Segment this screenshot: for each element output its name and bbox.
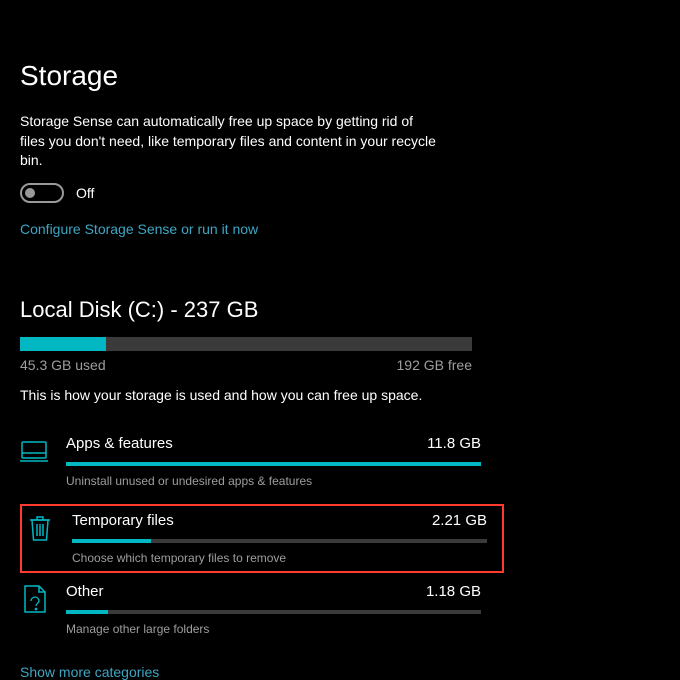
apps-icon: [20, 437, 48, 465]
category-desc: Uninstall unused or undesired apps & fea…: [66, 474, 481, 488]
categories-list: Apps & features 11.8 GB Uninstall unused o…: [20, 431, 660, 646]
category-bar-fill: [66, 462, 481, 466]
category-temporary-files[interactable]: Temporary files 2.21 GB Choose which tempo…: [26, 512, 498, 565]
disk-used-label: 45.3 GB used: [20, 357, 106, 373]
category-size: 11.8 GB: [427, 435, 481, 452]
category-head: Temporary files 2.21 GB: [72, 512, 487, 529]
trash-icon: [26, 514, 54, 542]
toggle-knob-icon: [25, 188, 35, 198]
category-head: Other 1.18 GB: [66, 583, 481, 600]
category-size: 1.18 GB: [426, 583, 481, 600]
category-name: Other: [66, 583, 104, 600]
disk-subtext: This is how your storage is used and how…: [20, 387, 660, 403]
category-bar: [66, 462, 481, 466]
category-name: Apps & features: [66, 435, 173, 452]
storage-sense-description: Storage Sense can automatically free up …: [20, 112, 440, 171]
highlight-box: Temporary files 2.21 GB Choose which tempo…: [20, 504, 504, 573]
category-bar: [66, 610, 481, 614]
category-head: Apps & features 11.8 GB: [66, 435, 481, 452]
disk-stats: 45.3 GB used 192 GB free: [20, 357, 472, 373]
other-icon: [20, 585, 48, 613]
category-bar-fill: [66, 610, 108, 614]
category-desc: Manage other large folders: [66, 622, 481, 636]
category-body: Other 1.18 GB Manage other large folders: [66, 583, 481, 636]
category-body: Temporary files 2.21 GB Choose which tempo…: [72, 512, 487, 565]
configure-storage-sense-link[interactable]: Configure Storage Sense or run it now: [20, 221, 660, 237]
disk-usage-bar: [20, 337, 472, 351]
storage-sense-toggle-row: Off: [20, 183, 660, 203]
category-apps-features[interactable]: Apps & features 11.8 GB Uninstall unused o…: [20, 431, 660, 498]
disk-free-label: 192 GB free: [397, 357, 473, 373]
storage-sense-toggle-label: Off: [76, 185, 94, 201]
category-other[interactable]: Other 1.18 GB Manage other large folders: [20, 579, 660, 646]
category-name: Temporary files: [72, 512, 174, 529]
local-disk-title: Local Disk (C:) - 237 GB: [20, 297, 660, 323]
show-more-categories-link[interactable]: Show more categories: [20, 664, 660, 680]
category-body: Apps & features 11.8 GB Uninstall unused o…: [66, 435, 481, 488]
storage-sense-toggle[interactable]: [20, 183, 64, 203]
category-desc: Choose which temporary files to remove: [72, 551, 487, 565]
disk-usage-bar-fill: [20, 337, 106, 351]
category-bar: [72, 539, 487, 543]
page-title: Storage: [20, 60, 660, 92]
category-bar-fill: [72, 539, 151, 543]
category-size: 2.21 GB: [432, 512, 487, 529]
